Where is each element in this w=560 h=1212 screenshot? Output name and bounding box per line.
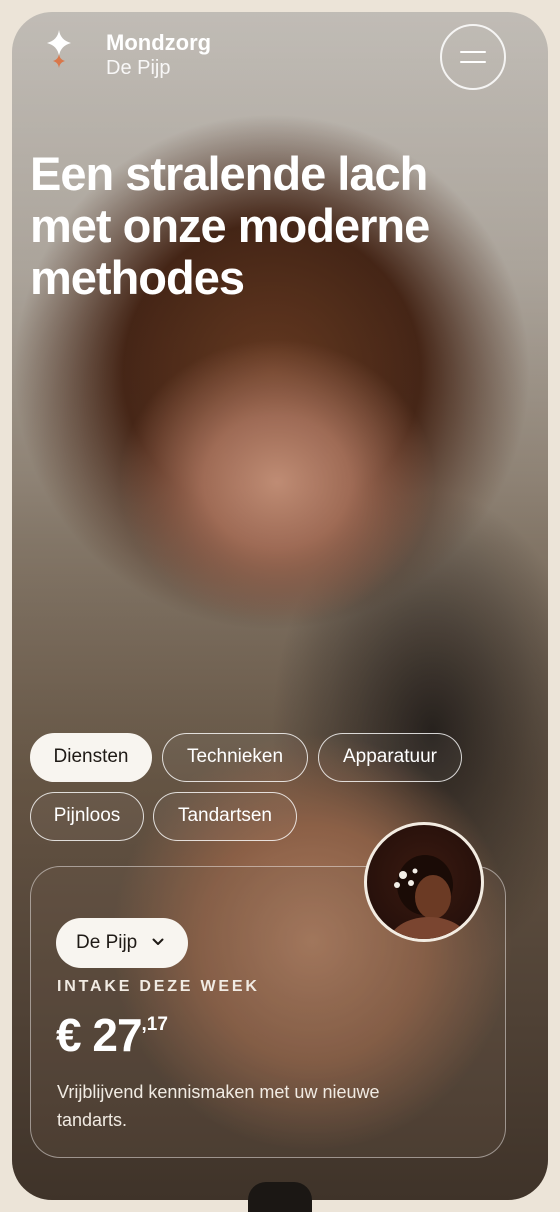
intake-label: INTAKE DEZE WEEK	[57, 978, 260, 995]
home-indicator	[248, 1182, 312, 1212]
menu-button[interactable]	[440, 24, 506, 90]
sparkle-logo-icon	[47, 30, 71, 68]
price-main: € 27	[56, 1009, 143, 1061]
intake-description: Vrijblijvend kennismaken met uw nieuwe t…	[57, 1082, 380, 1130]
location-dropdown-label: De Pijp	[76, 932, 138, 953]
chip-tandartsen[interactable]: Tandartsen	[153, 792, 297, 841]
location-dropdown[interactable]: De Pijp	[56, 918, 188, 968]
brand-location: De Pijp	[106, 57, 171, 79]
brand[interactable]: Mondzorg De Pijp	[106, 30, 211, 80]
chip-technieken[interactable]: Technieken	[162, 733, 308, 782]
hamburger-icon-line-bottom	[460, 61, 486, 63]
hamburger-icon-line-top	[460, 51, 486, 53]
dentist-avatar	[364, 822, 484, 942]
intake-price: € 27,17	[56, 1008, 168, 1062]
brand-name: Mondzorg	[106, 30, 212, 55]
price-cents: ,17	[141, 1014, 168, 1035]
hero-headline: Een stralende lach met onze moderne meth…	[30, 147, 430, 304]
chip-diensten[interactable]: Diensten	[30, 733, 152, 782]
chip-pijnloos[interactable]: Pijnloos	[30, 792, 144, 841]
chevron-down-icon	[152, 938, 164, 945]
chip-apparatuur[interactable]: Apparatuur	[318, 733, 462, 782]
